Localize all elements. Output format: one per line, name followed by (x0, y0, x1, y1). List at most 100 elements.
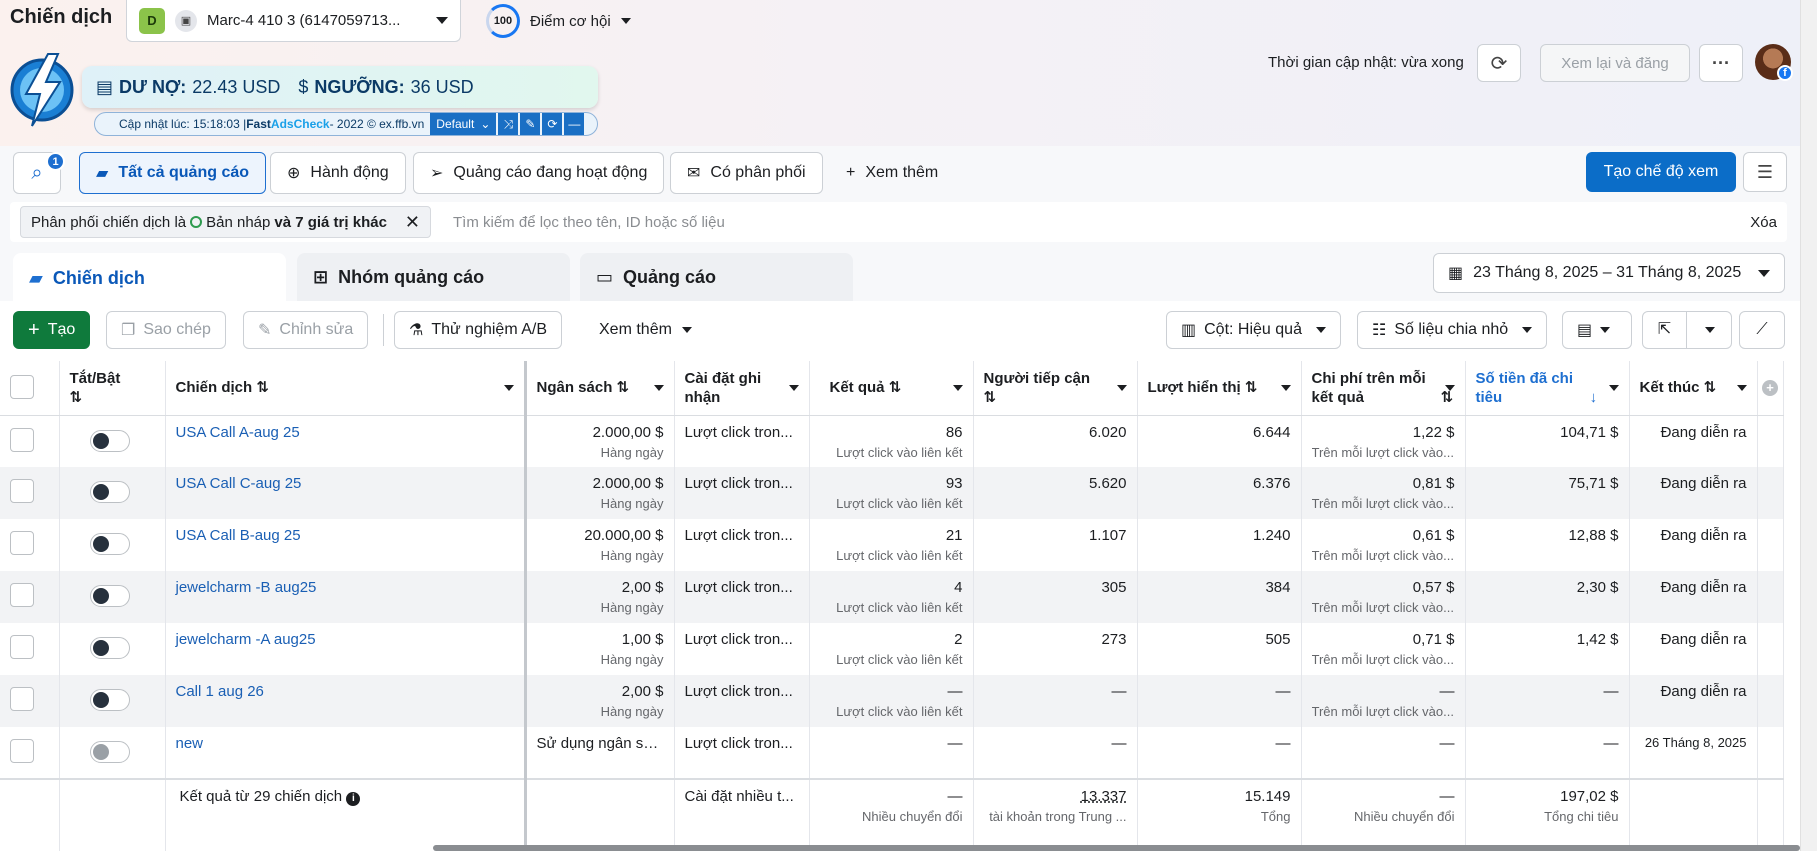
campaign-name-link[interactable]: Call 1 aug 26 (176, 683, 264, 700)
row-checkbox[interactable] (10, 687, 34, 711)
col-add[interactable]: + (1757, 361, 1784, 416)
chevron-down-icon[interactable] (1116, 385, 1127, 391)
filter-actions[interactable]: ⊕ Hành động (270, 152, 406, 194)
add-column-icon[interactable]: + (1762, 379, 1778, 396)
ab-test-button[interactable]: ⚗ Thử nghiệm A/B (394, 311, 562, 349)
breakdown-button[interactable]: ☷ Số liệu chia nhỏ (1357, 311, 1548, 349)
minimize-icon[interactable]: — (564, 113, 585, 135)
chevron-down-icon[interactable] (1736, 385, 1747, 391)
campaign-name-link[interactable]: jewelcharm -A aug25 (176, 631, 316, 648)
row-checkbox[interactable] (10, 531, 34, 555)
columns-button[interactable]: ▥ Cột: Hiệu quả (1166, 311, 1341, 349)
col-ends[interactable]: Kết thúc ⇅ (1629, 361, 1758, 416)
account-selector[interactable]: D ▣ Marc-4 410 3 (6147059713... (126, 0, 461, 42)
chevron-down-icon[interactable] (1280, 385, 1291, 391)
sort-icon[interactable]: ⇅ (256, 379, 269, 396)
campaign-toggle[interactable] (89, 429, 130, 452)
refresh-button[interactable]: ⟳ (1477, 44, 1521, 82)
chevron-down-icon[interactable] (788, 385, 799, 391)
charts-button[interactable]: ⟋ (1739, 311, 1785, 349)
table-row[interactable]: jewelcharm -B aug25 2,00 $ Hàng ngày Lượt c… (0, 571, 1784, 623)
table-row[interactable]: USA Call C-aug 25 2.000,00 $ Hàng ngày Lượt… (0, 467, 1784, 519)
col-cost-per-result[interactable]: Chi phí trên mỗi kết quả ⇅ (1301, 361, 1466, 416)
sort-icon[interactable]: ⇅ (1704, 379, 1717, 396)
view-settings-button[interactable]: ☰ (1743, 152, 1787, 192)
campaign-toggle[interactable] (89, 637, 130, 659)
row-checkbox[interactable] (10, 635, 34, 659)
duplicate-button[interactable]: ❐ Sao chép (106, 311, 226, 349)
opportunity-score[interactable]: 100 Điểm cơ hội (486, 4, 631, 38)
sort-icon[interactable]: ⇅ (1245, 379, 1258, 396)
info-icon[interactable]: i (346, 792, 361, 806)
row-checkbox[interactable] (10, 739, 34, 763)
clear-filters-button[interactable]: Xóa (1750, 214, 1777, 231)
sort-icon[interactable]: ⇅ (70, 389, 83, 406)
col-toggle[interactable]: Tắt/Bật ⇅ (59, 361, 166, 416)
create-button[interactable]: + Tạo (13, 311, 91, 349)
col-results[interactable]: Kết quả ⇅ (809, 361, 974, 416)
table-row[interactable]: USA Call B-aug 25 20.000,00 $ Hàng ngày Lượ… (0, 519, 1784, 571)
date-range-picker[interactable]: ▦ 23 Tháng 8, 2025 – 31 Tháng 8, 2025 (1433, 253, 1785, 293)
chevron-down-icon[interactable] (653, 385, 664, 391)
edit-icon[interactable]: ✎ (520, 113, 541, 135)
extension-profile-select[interactable]: Default ⌄ (430, 113, 497, 135)
campaign-name-link[interactable]: USA Call B-aug 25 (176, 527, 301, 544)
tab-campaigns[interactable]: ▰ Chiến dịch (13, 253, 286, 303)
toolbar-more-button[interactable]: Xem thêm (599, 311, 692, 349)
chevron-down-icon[interactable] (1608, 385, 1619, 391)
table-row[interactable]: USA Call A-aug 25 2.000,00 $ Hàng ngày Lượt… (0, 415, 1784, 467)
sort-icon[interactable]: ⇅ (617, 379, 630, 396)
chevron-down-icon[interactable] (503, 385, 514, 391)
col-amount-spent[interactable]: Số tiền đã chi tiêu ↓ (1465, 361, 1630, 416)
col-campaign[interactable]: Chiến dịch ⇅ (165, 361, 527, 416)
more-options-button[interactable]: ··· (1699, 44, 1743, 82)
create-view-button[interactable]: Tạo chế độ xem (1586, 152, 1736, 192)
col-reach[interactable]: Người tiếp cận ⇅ (973, 361, 1138, 416)
attribution-cell: Lượt click tron... (674, 623, 810, 675)
sync-icon[interactable]: ⟳ (542, 113, 563, 135)
table-row[interactable]: Call 1 aug 26 2,00 $ Hàng ngày Lượt click t… (0, 675, 1784, 727)
summary-reach-sub: tài khoản trong Trung ... (989, 809, 1127, 824)
filter-search-input[interactable]: Tìm kiếm để lọc theo tên, ID hoặc số liệ… (453, 214, 1750, 231)
table-row[interactable]: new Sử dụng ngân sá... Lượt click tron... —… (0, 727, 1784, 779)
campaign-toggle[interactable] (89, 533, 130, 555)
edit-button[interactable]: ✎ Chỉnh sửa (243, 311, 369, 349)
shuffle-icon[interactable]: ⤨ (498, 113, 519, 135)
filter-active-ads[interactable]: ➢ Quảng cáo đang hoạt động (413, 152, 665, 194)
sort-icon[interactable]: ⇅ (984, 389, 997, 406)
campaign-toggle[interactable] (89, 741, 130, 763)
select-all-checkbox[interactable] (10, 375, 34, 400)
campaign-toggle[interactable] (89, 585, 130, 607)
campaign-toggle[interactable] (89, 481, 130, 503)
table-row[interactable]: jewelcharm -A aug25 1,00 $ Hàng ngày Lượt c… (0, 623, 1784, 675)
filter-has-delivery[interactable]: ✉ Có phân phối (670, 152, 823, 194)
sort-icon[interactable]: ⇅ (889, 379, 902, 396)
campaign-name-link[interactable]: USA Call C-aug 25 (176, 475, 302, 492)
summary-reach[interactable]: 13.337 (1081, 788, 1127, 805)
vertical-scrollbar[interactable] (1800, 0, 1817, 851)
tab-ads[interactable]: ▭ Quảng cáo (580, 253, 853, 301)
row-checkbox[interactable] (10, 427, 34, 452)
sort-icon[interactable]: ⇅ (1441, 389, 1454, 406)
close-icon[interactable]: ✕ (405, 212, 420, 233)
export-button[interactable]: ⇱ (1642, 311, 1732, 349)
review-publish-button[interactable]: Xem lại và đăng (1540, 44, 1690, 82)
row-checkbox[interactable] (10, 479, 34, 503)
filter-see-more[interactable]: + Xem thêm (830, 152, 954, 194)
campaign-name-link[interactable]: new (176, 735, 204, 752)
col-impressions[interactable]: Lượt hiển thị ⇅ (1137, 361, 1302, 416)
delivery-filter-pill[interactable]: Phân phối chiến dịch là Bản nháp và 7 gi… (20, 206, 432, 238)
row-checkbox[interactable] (10, 583, 34, 607)
campaign-name-link[interactable]: USA Call A-aug 25 (176, 424, 300, 441)
tab-ad-sets[interactable]: ⊞ Nhóm quảng cáo (297, 253, 570, 301)
chevron-down-icon[interactable] (1444, 385, 1455, 391)
filter-all-ads[interactable]: ▰ Tất cả quảng cáo (79, 152, 267, 194)
chevron-down-icon[interactable] (952, 385, 963, 391)
campaign-toggle[interactable] (89, 689, 130, 711)
sort-down-icon[interactable]: ↓ (1590, 389, 1598, 406)
horizontal-scrollbar[interactable] (433, 845, 1800, 851)
campaign-name-link[interactable]: jewelcharm -B aug25 (176, 579, 317, 596)
reports-button[interactable]: ▤ (1562, 311, 1632, 349)
col-budget[interactable]: Ngân sách ⇅ (525, 361, 675, 416)
col-attribution[interactable]: Cài đặt ghi nhận (674, 361, 810, 416)
